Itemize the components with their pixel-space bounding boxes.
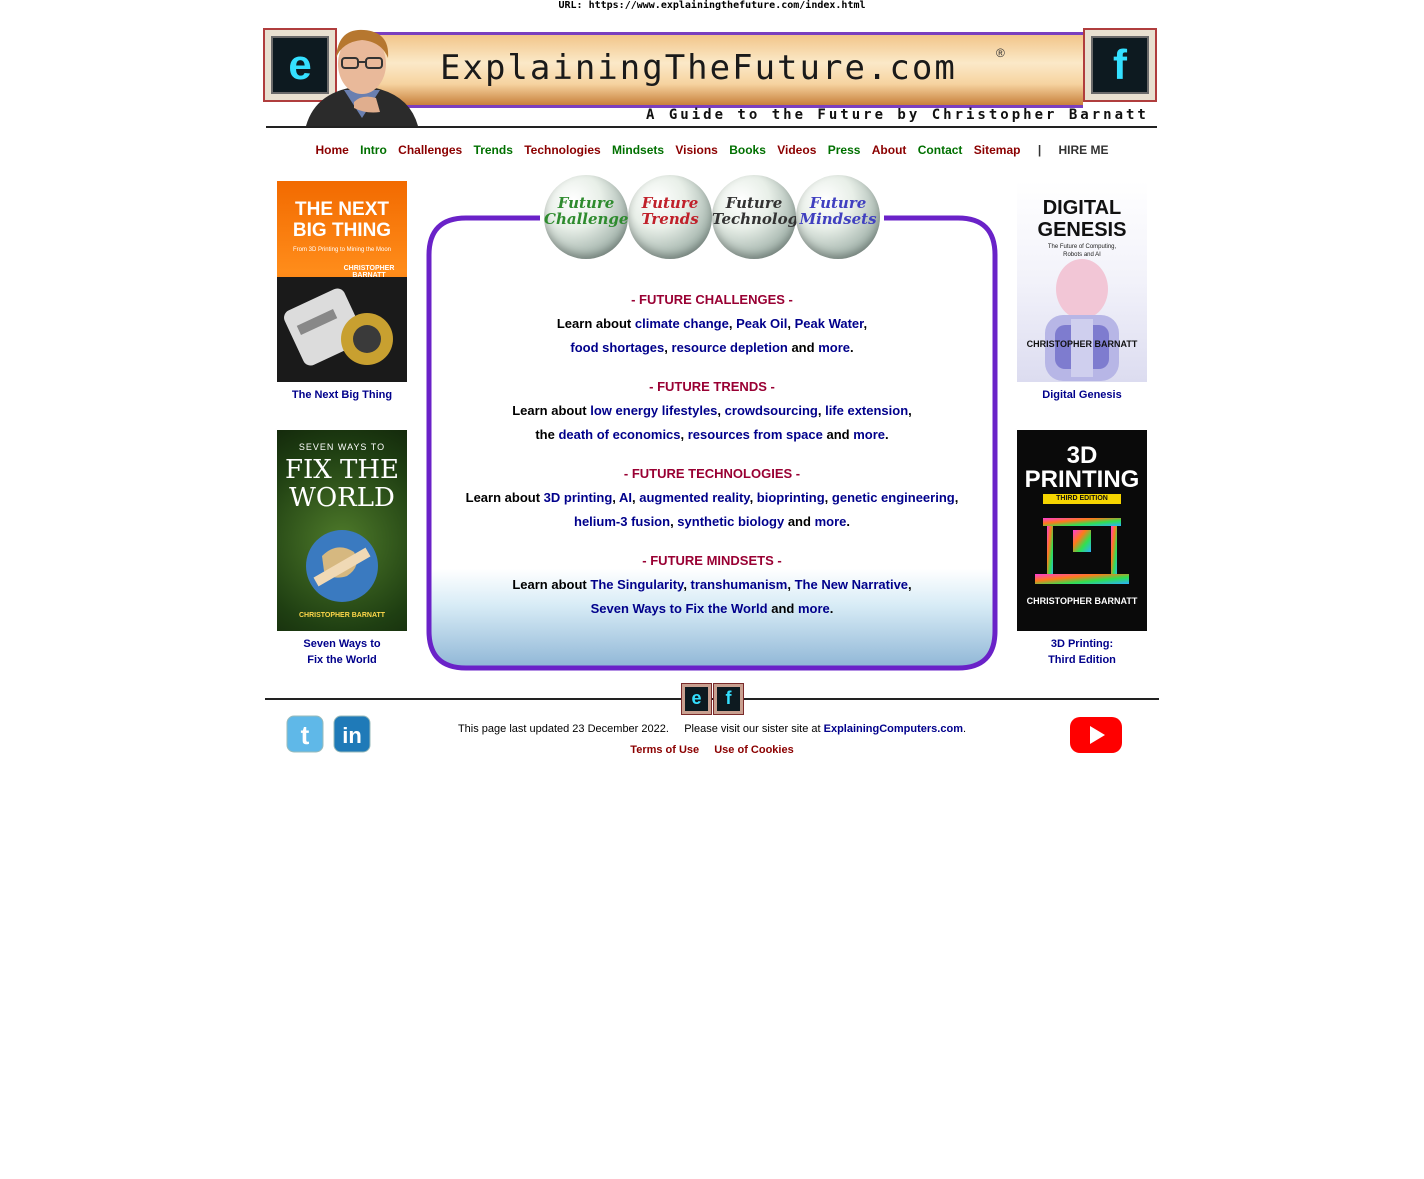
sister-site-link[interactable]: ExplainingComputers.com bbox=[824, 723, 963, 735]
nav-about[interactable]: About bbox=[872, 143, 907, 157]
printer-illustration bbox=[1035, 518, 1129, 584]
link-resources-from-space[interactable]: resources from space bbox=[688, 427, 823, 442]
cookies-link[interactable]: Use of Cookies bbox=[714, 744, 793, 756]
bubble-future-trends[interactable]: Future Trends bbox=[628, 175, 712, 259]
link-new-narrative[interactable]: The New Narrative bbox=[795, 577, 908, 592]
nav-visions[interactable]: Visions bbox=[675, 143, 717, 157]
robot-illustration bbox=[1045, 259, 1119, 381]
topics-text: - FUTURE CHALLENGES - Learn about climat… bbox=[426, 288, 998, 636]
book-cover-next-big-thing[interactable]: THE NEXT BIG THING From 3D Printing to M… bbox=[277, 181, 407, 382]
link-peak-oil[interactable]: Peak Oil bbox=[736, 316, 787, 331]
nav-sitemap[interactable]: Sitemap bbox=[974, 143, 1021, 157]
link-mindsets-more[interactable]: more bbox=[798, 601, 830, 616]
link-the-singularity[interactable]: The Singularity bbox=[590, 577, 683, 592]
book-title-next-big-thing[interactable]: The Next Big Thing bbox=[277, 387, 407, 403]
footer-ef-logo[interactable]: e f bbox=[681, 683, 744, 715]
link-helium-3-fusion[interactable]: helium-3 fusion bbox=[574, 514, 670, 529]
topics-panel: - FUTURE CHALLENGES - Learn about climat… bbox=[426, 215, 998, 671]
heading-mindsets: - FUTURE MINDSETS - bbox=[642, 553, 782, 568]
terms-of-use-link[interactable]: Terms of Use bbox=[630, 744, 699, 756]
f-logo-icon[interactable]: f bbox=[1083, 28, 1157, 102]
nav-hire-me[interactable]: HIRE ME bbox=[1059, 143, 1109, 157]
site-banner[interactable]: e ExplainingTheFuture.com ® A Guide to t… bbox=[263, 28, 1161, 128]
heading-challenges: - FUTURE CHALLENGES - bbox=[631, 292, 793, 307]
nav-challenges[interactable]: Challenges bbox=[398, 143, 462, 157]
link-genetic-engineering[interactable]: genetic engineering bbox=[832, 490, 955, 505]
section-trends: - FUTURE TRENDS - Learn about low energy… bbox=[426, 375, 998, 447]
link-ai[interactable]: AI bbox=[619, 490, 632, 505]
link-transhumanism[interactable]: transhumanism bbox=[691, 577, 788, 592]
link-bioprinting[interactable]: bioprinting bbox=[757, 490, 825, 505]
section-mindsets: - FUTURE MINDSETS - Learn about The Sing… bbox=[426, 549, 998, 621]
link-food-shortages[interactable]: food shortages bbox=[570, 340, 664, 355]
footer-links: Terms of Use Use of Cookies bbox=[0, 742, 1424, 758]
link-trends-more[interactable]: more bbox=[853, 427, 885, 442]
nav-home[interactable]: Home bbox=[315, 143, 348, 157]
last-updated: This page last updated 23 December 2022. bbox=[457, 723, 669, 735]
bubble-future-challenges[interactable]: Future Challenges bbox=[544, 175, 637, 259]
footer-e-icon: e bbox=[685, 687, 708, 711]
footer-f-icon: f bbox=[717, 687, 740, 711]
heading-trends: - FUTURE TRENDS - bbox=[649, 379, 775, 394]
nav-intro[interactable]: Intro bbox=[360, 143, 387, 157]
book-next-big-thing[interactable]: THE NEXT BIG THING From 3D Printing to M… bbox=[277, 181, 407, 403]
link-synthetic-biology[interactable]: synthetic biology bbox=[677, 514, 784, 529]
book-cover-digital-genesis[interactable]: DIGITAL GENESIS The Future of Computing,… bbox=[1017, 181, 1147, 382]
topic-bubbles: Future Challenges Future Trends Future Tech… bbox=[544, 175, 882, 260]
link-death-of-economics[interactable]: death of economics bbox=[558, 427, 680, 442]
nav-books[interactable]: Books bbox=[729, 143, 766, 157]
book-3d-printing[interactable]: 3D PRINTING THIRD EDITION CHRISTOPHER BA… bbox=[1017, 430, 1147, 668]
link-low-energy-lifestyles[interactable]: low energy lifestyles bbox=[590, 403, 717, 418]
registered-mark: ® bbox=[996, 46, 1005, 60]
heading-technologies: - FUTURE TECHNOLOGIES - bbox=[623, 466, 801, 481]
spacecraft-illustration bbox=[277, 277, 407, 382]
nav-mindsets[interactable]: Mindsets bbox=[612, 143, 664, 157]
nav-technologies[interactable]: Technologies bbox=[524, 143, 600, 157]
link-life-extension[interactable]: life extension bbox=[825, 403, 908, 418]
section-challenges: - FUTURE CHALLENGES - Learn about climat… bbox=[426, 288, 998, 360]
footer-text: This page last updated 23 December 2022.… bbox=[457, 723, 967, 735]
banner-divider bbox=[266, 126, 1157, 128]
link-technologies-more[interactable]: more bbox=[815, 514, 847, 529]
book-cover-3d-printing[interactable]: 3D PRINTING THIRD EDITION CHRISTOPHER BA… bbox=[1017, 430, 1147, 631]
main-nav: Home Intro Challenges Trends Technologie… bbox=[0, 143, 1424, 157]
url-label: URL: https://www.explainingthefuture.com… bbox=[558, 0, 866, 11]
nav-videos[interactable]: Videos bbox=[777, 143, 816, 157]
link-crowdsourcing[interactable]: crowdsourcing bbox=[725, 403, 818, 418]
site-title: ExplainingTheFuture.com bbox=[440, 48, 957, 88]
nav-press[interactable]: Press bbox=[828, 143, 861, 157]
book-digital-genesis[interactable]: DIGITAL GENESIS The Future of Computing,… bbox=[1017, 181, 1147, 403]
globe-illustration bbox=[306, 530, 378, 602]
bubble-future-mindsets[interactable]: Future Mindsets bbox=[796, 175, 880, 259]
link-challenges-more[interactable]: more bbox=[818, 340, 850, 355]
youtube-icon[interactable] bbox=[1069, 716, 1123, 754]
link-3d-printing[interactable]: 3D printing bbox=[544, 490, 613, 505]
link-seven-ways[interactable]: Seven Ways to Fix the World bbox=[591, 601, 768, 616]
book-title-3d-printing[interactable]: 3D Printing: Third Edition bbox=[1017, 636, 1147, 668]
nav-trends[interactable]: Trends bbox=[474, 143, 513, 157]
author-portrait bbox=[306, 29, 418, 126]
link-peak-water[interactable]: Peak Water bbox=[795, 316, 864, 331]
book-seven-ways[interactable]: SEVEN WAYS TO FIX THE WORLD CHRISTOPHER … bbox=[277, 430, 407, 668]
link-climate-change[interactable]: climate change bbox=[635, 316, 729, 331]
section-technologies: - FUTURE TECHNOLOGIES - Learn about 3D p… bbox=[426, 462, 998, 534]
link-resource-depletion[interactable]: resource depletion bbox=[672, 340, 788, 355]
book-title-digital-genesis[interactable]: Digital Genesis bbox=[1017, 387, 1147, 403]
book-cover-seven-ways[interactable]: SEVEN WAYS TO FIX THE WORLD CHRISTOPHER … bbox=[277, 430, 407, 631]
site-subtitle: A Guide to the Future by Christopher Bar… bbox=[646, 107, 1149, 123]
link-augmented-reality[interactable]: augmented reality bbox=[639, 490, 749, 505]
book-title-seven-ways[interactable]: Seven Ways to Fix the World bbox=[277, 636, 407, 668]
bubble-future-technologies[interactable]: Future Technologies bbox=[712, 175, 822, 259]
nav-separator: | bbox=[1037, 143, 1042, 157]
sister-site-label: Please visit our sister site at bbox=[684, 723, 821, 735]
nav-contact[interactable]: Contact bbox=[918, 143, 963, 157]
